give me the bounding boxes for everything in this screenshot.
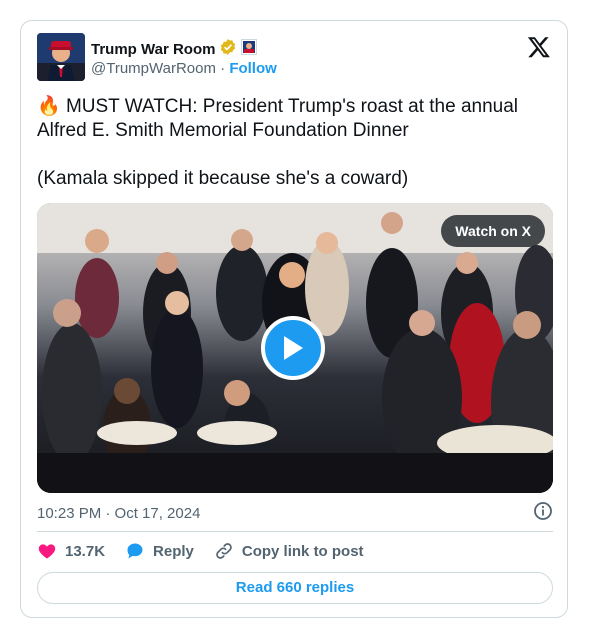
copy-link-label: Copy link to post — [241, 542, 364, 560]
play-button[interactable] — [261, 316, 325, 380]
link-icon — [216, 543, 232, 559]
author-handle[interactable]: @TrumpWarRoom — [91, 60, 216, 77]
video-player[interactable]: Watch on X — [37, 203, 553, 493]
tweet-text: 🔥 MUST WATCH: President Trump's roast at… — [37, 95, 557, 191]
follow-link[interactable]: Follow — [229, 60, 277, 77]
divider — [37, 531, 553, 532]
x-logo-icon[interactable] — [527, 35, 551, 59]
fire-emoji: 🔥 — [37, 96, 61, 117]
author-name[interactable]: Trump War Room — [91, 41, 215, 58]
heart-icon — [38, 544, 56, 559]
author-name-row[interactable]: Trump War Room — [91, 38, 258, 61]
play-icon — [284, 336, 303, 360]
like-count: 13.7K — [65, 542, 106, 560]
timestamp-row: 10:23 PM · Oct 17, 2024 — [37, 502, 553, 524]
read-replies-button[interactable]: Read 660 replies — [37, 572, 553, 604]
tweet-body: MUST WATCH: President Trump's roast at t… — [37, 96, 518, 189]
reply-label: Reply — [153, 542, 194, 560]
timestamp[interactable]: 10:23 PM · Oct 17, 2024 — [37, 505, 200, 522]
watch-on-x-button[interactable]: Watch on X — [441, 215, 545, 247]
affiliate-badge-icon[interactable] — [241, 39, 258, 60]
like-button[interactable]: 13.7K — [37, 541, 105, 561]
verified-badge-icon — [219, 38, 237, 61]
action-bar: 13.7K Reply Copy link to post — [37, 541, 364, 561]
reply-button[interactable]: Reply — [125, 541, 194, 561]
info-icon[interactable] — [533, 501, 553, 525]
copy-link-button[interactable]: Copy link to post — [214, 541, 364, 561]
reply-bubble-icon — [127, 543, 143, 559]
separator: · — [220, 60, 226, 77]
tweet-card: Trump War Room @TrumpWarRoom · Follow 🔥 … — [20, 20, 568, 618]
author-handle-row: @TrumpWarRoom · Follow — [91, 60, 277, 77]
avatar[interactable] — [37, 33, 85, 81]
